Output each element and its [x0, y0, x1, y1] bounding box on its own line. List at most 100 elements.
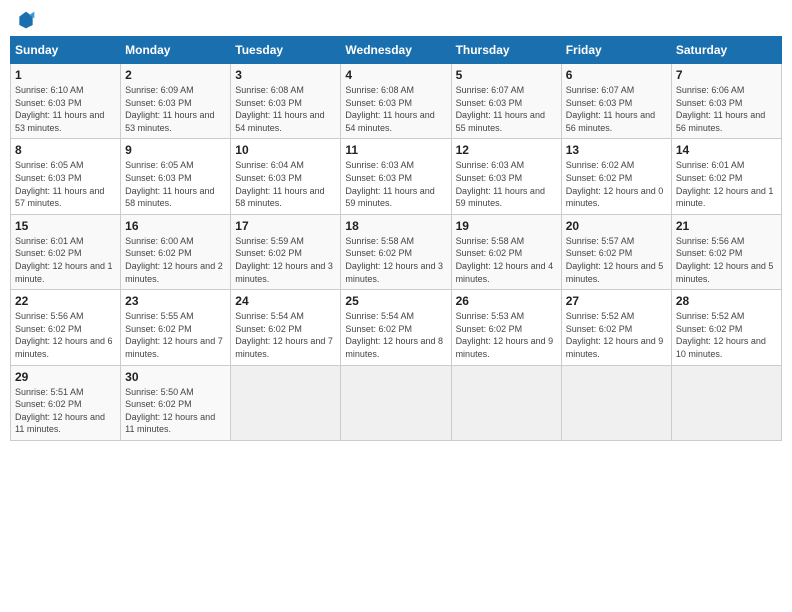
day-number: 28 — [676, 294, 777, 308]
calendar-cell: 24 Sunrise: 5:54 AM Sunset: 6:02 PM Dayl… — [231, 290, 341, 365]
calendar-cell: 9 Sunrise: 6:05 AM Sunset: 6:03 PM Dayli… — [121, 139, 231, 214]
calendar-cell: 27 Sunrise: 5:52 AM Sunset: 6:02 PM Dayl… — [561, 290, 671, 365]
calendar-cell: 25 Sunrise: 5:54 AM Sunset: 6:02 PM Dayl… — [341, 290, 451, 365]
day-number: 24 — [235, 294, 336, 308]
day-number: 21 — [676, 219, 777, 233]
day-of-week-header: Monday — [121, 37, 231, 64]
calendar-week-row: 8 Sunrise: 6:05 AM Sunset: 6:03 PM Dayli… — [11, 139, 782, 214]
calendar-week-row: 15 Sunrise: 6:01 AM Sunset: 6:02 PM Dayl… — [11, 214, 782, 289]
day-of-week-header: Saturday — [671, 37, 781, 64]
day-number: 15 — [15, 219, 116, 233]
calendar-cell: 15 Sunrise: 6:01 AM Sunset: 6:02 PM Dayl… — [11, 214, 121, 289]
calendar-cell: 13 Sunrise: 6:02 AM Sunset: 6:02 PM Dayl… — [561, 139, 671, 214]
calendar-cell: 29 Sunrise: 5:51 AM Sunset: 6:02 PM Dayl… — [11, 365, 121, 440]
day-info: Sunrise: 6:03 AM Sunset: 6:03 PM Dayligh… — [456, 159, 557, 209]
day-number: 23 — [125, 294, 226, 308]
logo-icon — [16, 10, 36, 30]
day-info: Sunrise: 5:52 AM Sunset: 6:02 PM Dayligh… — [566, 310, 667, 360]
calendar-cell: 18 Sunrise: 5:58 AM Sunset: 6:02 PM Dayl… — [341, 214, 451, 289]
day-number: 7 — [676, 68, 777, 82]
calendar-cell — [341, 365, 451, 440]
calendar-cell: 2 Sunrise: 6:09 AM Sunset: 6:03 PM Dayli… — [121, 64, 231, 139]
calendar-cell: 5 Sunrise: 6:07 AM Sunset: 6:03 PM Dayli… — [451, 64, 561, 139]
day-number: 1 — [15, 68, 116, 82]
calendar-cell: 14 Sunrise: 6:01 AM Sunset: 6:02 PM Dayl… — [671, 139, 781, 214]
calendar-cell: 16 Sunrise: 6:00 AM Sunset: 6:02 PM Dayl… — [121, 214, 231, 289]
day-number: 18 — [345, 219, 446, 233]
day-info: Sunrise: 6:07 AM Sunset: 6:03 PM Dayligh… — [566, 84, 667, 134]
day-of-week-header: Sunday — [11, 37, 121, 64]
day-number: 17 — [235, 219, 336, 233]
day-info: Sunrise: 5:59 AM Sunset: 6:02 PM Dayligh… — [235, 235, 336, 285]
calendar-cell: 23 Sunrise: 5:55 AM Sunset: 6:02 PM Dayl… — [121, 290, 231, 365]
calendar-week-row: 22 Sunrise: 5:56 AM Sunset: 6:02 PM Dayl… — [11, 290, 782, 365]
day-info: Sunrise: 5:58 AM Sunset: 6:02 PM Dayligh… — [456, 235, 557, 285]
day-info: Sunrise: 5:52 AM Sunset: 6:02 PM Dayligh… — [676, 310, 777, 360]
day-info: Sunrise: 6:02 AM Sunset: 6:02 PM Dayligh… — [566, 159, 667, 209]
day-number: 30 — [125, 370, 226, 384]
day-info: Sunrise: 5:50 AM Sunset: 6:02 PM Dayligh… — [125, 386, 226, 436]
day-info: Sunrise: 6:09 AM Sunset: 6:03 PM Dayligh… — [125, 84, 226, 134]
calendar-cell: 1 Sunrise: 6:10 AM Sunset: 6:03 PM Dayli… — [11, 64, 121, 139]
day-info: Sunrise: 6:07 AM Sunset: 6:03 PM Dayligh… — [456, 84, 557, 134]
calendar-cell: 20 Sunrise: 5:57 AM Sunset: 6:02 PM Dayl… — [561, 214, 671, 289]
day-of-week-header: Thursday — [451, 37, 561, 64]
logo — [14, 10, 36, 30]
calendar-cell: 10 Sunrise: 6:04 AM Sunset: 6:03 PM Dayl… — [231, 139, 341, 214]
day-of-week-header: Friday — [561, 37, 671, 64]
day-info: Sunrise: 6:00 AM Sunset: 6:02 PM Dayligh… — [125, 235, 226, 285]
day-number: 19 — [456, 219, 557, 233]
day-info: Sunrise: 5:51 AM Sunset: 6:02 PM Dayligh… — [15, 386, 116, 436]
day-number: 3 — [235, 68, 336, 82]
day-info: Sunrise: 5:56 AM Sunset: 6:02 PM Dayligh… — [676, 235, 777, 285]
calendar-table: SundayMondayTuesdayWednesdayThursdayFrid… — [10, 36, 782, 441]
day-info: Sunrise: 5:55 AM Sunset: 6:02 PM Dayligh… — [125, 310, 226, 360]
day-info: Sunrise: 6:03 AM Sunset: 6:03 PM Dayligh… — [345, 159, 446, 209]
day-number: 29 — [15, 370, 116, 384]
day-number: 27 — [566, 294, 667, 308]
day-info: Sunrise: 5:54 AM Sunset: 6:02 PM Dayligh… — [345, 310, 446, 360]
day-info: Sunrise: 6:01 AM Sunset: 6:02 PM Dayligh… — [676, 159, 777, 209]
day-info: Sunrise: 6:08 AM Sunset: 6:03 PM Dayligh… — [345, 84, 446, 134]
day-number: 16 — [125, 219, 226, 233]
day-number: 13 — [566, 143, 667, 157]
day-info: Sunrise: 6:10 AM Sunset: 6:03 PM Dayligh… — [15, 84, 116, 134]
day-info: Sunrise: 6:01 AM Sunset: 6:02 PM Dayligh… — [15, 235, 116, 285]
day-number: 26 — [456, 294, 557, 308]
calendar-cell: 22 Sunrise: 5:56 AM Sunset: 6:02 PM Dayl… — [11, 290, 121, 365]
day-number: 5 — [456, 68, 557, 82]
calendar-header-row: SundayMondayTuesdayWednesdayThursdayFrid… — [11, 37, 782, 64]
day-info: Sunrise: 6:04 AM Sunset: 6:03 PM Dayligh… — [235, 159, 336, 209]
calendar-cell: 8 Sunrise: 6:05 AM Sunset: 6:03 PM Dayli… — [11, 139, 121, 214]
calendar-cell — [451, 365, 561, 440]
day-info: Sunrise: 6:08 AM Sunset: 6:03 PM Dayligh… — [235, 84, 336, 134]
calendar-cell: 7 Sunrise: 6:06 AM Sunset: 6:03 PM Dayli… — [671, 64, 781, 139]
day-info: Sunrise: 5:56 AM Sunset: 6:02 PM Dayligh… — [15, 310, 116, 360]
day-info: Sunrise: 5:53 AM Sunset: 6:02 PM Dayligh… — [456, 310, 557, 360]
day-info: Sunrise: 5:58 AM Sunset: 6:02 PM Dayligh… — [345, 235, 446, 285]
day-number: 6 — [566, 68, 667, 82]
calendar-cell: 4 Sunrise: 6:08 AM Sunset: 6:03 PM Dayli… — [341, 64, 451, 139]
calendar-cell: 30 Sunrise: 5:50 AM Sunset: 6:02 PM Dayl… — [121, 365, 231, 440]
day-number: 9 — [125, 143, 226, 157]
day-info: Sunrise: 6:05 AM Sunset: 6:03 PM Dayligh… — [125, 159, 226, 209]
day-number: 12 — [456, 143, 557, 157]
calendar-cell — [671, 365, 781, 440]
calendar-week-row: 1 Sunrise: 6:10 AM Sunset: 6:03 PM Dayli… — [11, 64, 782, 139]
page-header — [10, 10, 782, 30]
day-of-week-header: Wednesday — [341, 37, 451, 64]
calendar-cell: 26 Sunrise: 5:53 AM Sunset: 6:02 PM Dayl… — [451, 290, 561, 365]
day-number: 14 — [676, 143, 777, 157]
calendar-cell — [561, 365, 671, 440]
day-info: Sunrise: 6:05 AM Sunset: 6:03 PM Dayligh… — [15, 159, 116, 209]
day-number: 2 — [125, 68, 226, 82]
day-number: 11 — [345, 143, 446, 157]
calendar-cell: 11 Sunrise: 6:03 AM Sunset: 6:03 PM Dayl… — [341, 139, 451, 214]
calendar-cell: 3 Sunrise: 6:08 AM Sunset: 6:03 PM Dayli… — [231, 64, 341, 139]
day-number: 20 — [566, 219, 667, 233]
day-number: 22 — [15, 294, 116, 308]
day-info: Sunrise: 5:57 AM Sunset: 6:02 PM Dayligh… — [566, 235, 667, 285]
day-number: 8 — [15, 143, 116, 157]
calendar-cell: 21 Sunrise: 5:56 AM Sunset: 6:02 PM Dayl… — [671, 214, 781, 289]
day-info: Sunrise: 6:06 AM Sunset: 6:03 PM Dayligh… — [676, 84, 777, 134]
